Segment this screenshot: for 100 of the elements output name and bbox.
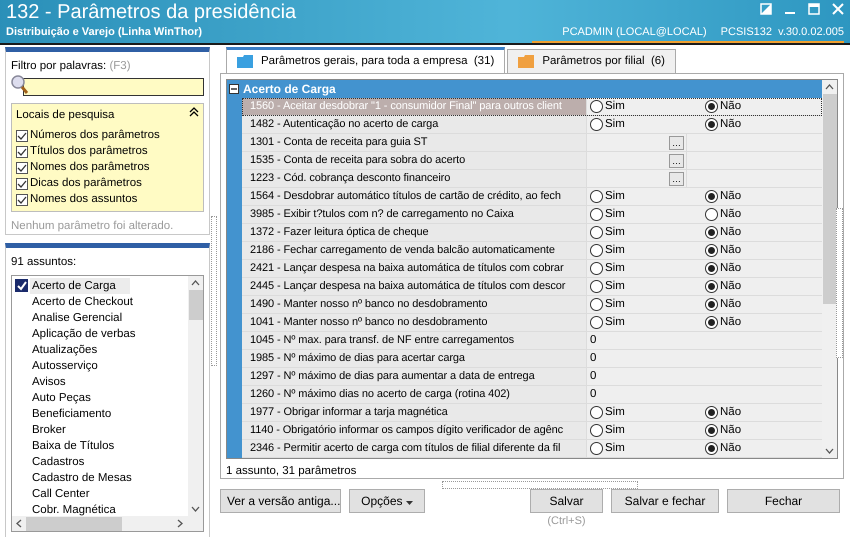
radio-button[interactable]	[590, 208, 603, 221]
parameter-row[interactable]: 1140 - Obrigatório informar os campos dígito verificador de agênc Sim Não	[242, 422, 822, 440]
scroll-up-icon[interactable]	[191, 280, 200, 286]
option-label: Sim	[605, 278, 625, 294]
parameter-row[interactable]: 1223 - Cód. cobrança desconto financeiro …	[242, 170, 822, 188]
subject-item[interactable]: Acerto de Checkout	[12, 294, 188, 310]
subject-item[interactable]: Aplicação de verbas	[12, 326, 188, 342]
parameter-row[interactable]: 2346 - Permitir acerto de carga com títulos de filial diferente da fil Sim Não	[242, 440, 822, 458]
subject-item[interactable]: Atualizações	[12, 342, 188, 358]
tab[interactable]: Parâmetros gerais, para toda a empresa (31)	[226, 47, 506, 73]
subject-item[interactable]: Baixa de Títulos	[12, 438, 188, 454]
browse-button[interactable]: …	[669, 154, 684, 168]
radio-button[interactable]	[590, 424, 603, 437]
subject-item[interactable]: Avisos	[12, 374, 188, 390]
splitter-handle[interactable]	[442, 481, 638, 489]
radio-button[interactable]	[705, 406, 718, 419]
parameter-row[interactable]: 1372 - Fazer leitura óptica de cheque Sim Não	[242, 224, 822, 242]
subject-item[interactable]: Cadastro de Mesas	[12, 470, 188, 486]
parameter-row[interactable]: 2445 - Lançar despesa na baixa automática de títulos com descor Sim Não	[242, 278, 822, 296]
close-icon[interactable]	[832, 3, 844, 15]
parameter-row[interactable]: 1297 - Nº máximo de dias para aumentar a data de entrega 0	[242, 368, 822, 386]
scrollbar-thumb[interactable]	[26, 516, 122, 531]
subject-item[interactable]: Analise Gerencial	[12, 310, 188, 326]
parameter-row[interactable]: 1482 - Autenticação no acerto de carga Sim Não	[242, 116, 822, 134]
radio-button[interactable]	[705, 208, 718, 221]
subject-item[interactable]: Cobr. Magnética	[12, 502, 188, 516]
subject-item[interactable]: Autosserviço	[12, 358, 188, 374]
parameter-row[interactable]: 1564 - Desdobrar automático títulos de cartão de crédito, ao fech Sim Não	[242, 188, 822, 206]
option-label: Não	[720, 404, 742, 420]
radio-button[interactable]	[590, 406, 603, 419]
maximize-icon[interactable]	[808, 3, 820, 15]
button[interactable]: Fechar	[727, 489, 840, 513]
radio-button[interactable]	[705, 190, 718, 203]
horizontal-scrollbar[interactable]	[12, 516, 203, 532]
subject-item[interactable]: Broker	[12, 422, 188, 438]
checkbox[interactable]	[16, 178, 28, 190]
parameter-row[interactable]: 1977 - Obrigar informar a tarja magnética Sim Não	[242, 404, 822, 422]
browse-button[interactable]: …	[669, 136, 684, 150]
subject-item[interactable]: Cadastros	[12, 454, 188, 470]
radio-button[interactable]	[705, 280, 718, 293]
radio-button[interactable]	[590, 100, 603, 113]
scroll-right-icon[interactable]	[177, 519, 183, 528]
splitter-handle[interactable]	[211, 216, 217, 366]
radio-button[interactable]	[705, 442, 718, 455]
scroll-down-icon[interactable]	[191, 506, 200, 512]
parameter-row[interactable]: 2186 - Fechar carregamento de venda balcão automaticamente Sim Não	[242, 242, 822, 260]
parameter-row[interactable]: 1260 - Nº máximo dias no acerto de carga (rotina 402) 0	[242, 386, 822, 404]
parameter-label: 1140 - Obrigatório informar os campos dígito verificador de agênc	[242, 422, 587, 439]
radio-button[interactable]	[705, 298, 718, 311]
button[interactable]: Ver a versão antiga...	[220, 489, 341, 513]
option-label: Sim	[605, 206, 625, 222]
parameter-row[interactable]: 1560 - Aceitar desdobrar "1 - consumidor Final" para outros client Sim Não	[242, 98, 822, 116]
radio-button[interactable]	[590, 244, 603, 257]
restore-icon[interactable]	[760, 3, 772, 15]
parameter-label: 2346 - Permitir acerto de carga com títulos de filial diferente da fil	[242, 440, 587, 457]
radio-button[interactable]	[705, 226, 718, 239]
checkbox[interactable]	[16, 194, 28, 206]
radio-button[interactable]	[590, 262, 603, 275]
radio-button[interactable]	[590, 118, 603, 131]
radio-button[interactable]	[590, 226, 603, 239]
radio-button[interactable]	[705, 262, 718, 275]
scrollbar-thumb[interactable]	[822, 94, 836, 304]
subject-item[interactable]: Call Center	[12, 486, 188, 502]
parameter-row[interactable]: 1301 - Conta de receita para guia ST …	[242, 134, 822, 152]
vertical-scrollbar[interactable]	[822, 80, 837, 458]
parameter-row[interactable]: 1985 - Nº máximo de dias para acertar carga 0	[242, 350, 822, 368]
search-field[interactable]	[23, 78, 204, 96]
scroll-left-icon[interactable]	[16, 519, 22, 528]
radio-button[interactable]	[590, 442, 603, 455]
subject-item[interactable]: Beneficiamento	[12, 406, 188, 422]
radio-button[interactable]	[590, 190, 603, 203]
scrollbar-thumb[interactable]	[188, 290, 202, 320]
radio-button[interactable]	[705, 424, 718, 437]
checkbox[interactable]	[16, 146, 28, 158]
radio-button[interactable]	[705, 316, 718, 329]
parameter-row[interactable]: 3985 - Exibir t?tulos com n? de carregamento no Caixa Sim Não	[242, 206, 822, 224]
parameter-row[interactable]: 1041 - Manter nosso nº banco no desdobramento Sim Não	[242, 314, 822, 332]
radio-button[interactable]	[705, 100, 718, 113]
radio-button[interactable]	[590, 316, 603, 329]
checkbox[interactable]	[16, 130, 28, 142]
scroll-up-icon[interactable]	[825, 84, 834, 90]
checkbox[interactable]	[16, 162, 28, 174]
parameter-row[interactable]: 1045 - Nº max. para transf. de NF entre carregamentos 0	[242, 332, 822, 350]
parameter-row[interactable]: 1535 - Conta de receita para sobra do acerto …	[242, 152, 822, 170]
splitter-handle[interactable]	[836, 208, 843, 358]
radio-button[interactable]	[705, 118, 718, 131]
radio-button[interactable]	[590, 298, 603, 311]
collapse-icon[interactable]	[229, 84, 239, 94]
options-button[interactable]: Opções	[349, 489, 425, 513]
radio-button[interactable]	[705, 244, 718, 257]
radio-button[interactable]	[590, 280, 603, 293]
parameter-row[interactable]: 1490 - Manter nosso nº banco no desdobramento Sim Não	[242, 296, 822, 314]
scroll-down-icon[interactable]	[825, 448, 834, 454]
subject-item[interactable]: Auto Peças	[12, 390, 188, 406]
parameter-row[interactable]: 2421 - Lançar despesa na baixa automática de títulos com cobrar Sim Não	[242, 260, 822, 278]
tab[interactable]: Parâmetros por filial (6)	[507, 49, 676, 73]
browse-button[interactable]: …	[669, 172, 684, 186]
button[interactable]: Salvar	[530, 489, 603, 513]
vertical-scrollbar[interactable]	[188, 276, 203, 516]
button[interactable]: Salvar e fechar	[611, 489, 719, 513]
